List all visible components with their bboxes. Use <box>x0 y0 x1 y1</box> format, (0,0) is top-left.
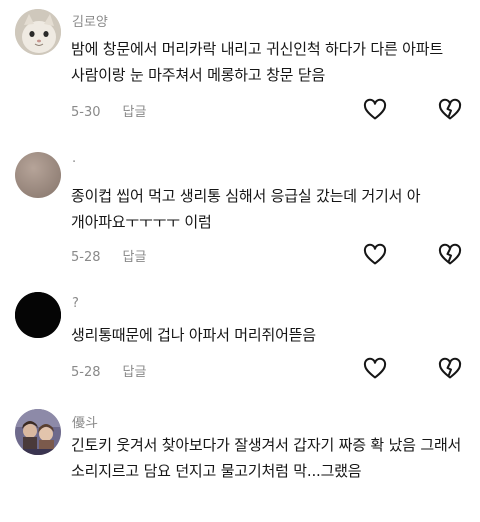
comment-date: 5-30 <box>71 105 101 120</box>
comment-meta: 5-30 답글 <box>71 101 146 120</box>
comment-text: 생리통때문에 겁나 아파서 머리쥐어뜯음 <box>71 326 316 344</box>
comment-meta: 5-28 답글 <box>71 361 146 380</box>
beige-avatar-icon <box>15 152 61 198</box>
username[interactable]: . <box>72 151 76 166</box>
comment-text: 종이컵 씹어 먹고 생리통 심해서 응급실 갔는데 거기서 아 개아파요ㅜㅜㅜㅜ… <box>71 187 421 231</box>
comment-date: 5-28 <box>71 365 101 380</box>
username[interactable]: ? <box>72 296 79 311</box>
reply-button[interactable]: 답글 <box>123 365 147 380</box>
comment-text: 밤에 창문에서 머리카락 내리고 귀신인척 하다가 다른 아파트 사람이랑 눈 … <box>71 40 443 84</box>
dislike-heart-icon[interactable] <box>438 98 462 122</box>
username[interactable]: 優斗 <box>72 412 98 431</box>
anime-avatar-icon <box>15 409 61 455</box>
username[interactable]: 김로양 <box>72 11 108 30</box>
cat-avatar-icon <box>15 9 61 55</box>
dislike-heart-icon[interactable] <box>438 357 462 381</box>
comment-date: 5-28 <box>71 250 101 265</box>
reply-button[interactable]: 답글 <box>123 105 147 120</box>
comment-meta: 5-28 답글 <box>71 246 146 265</box>
avatar[interactable] <box>15 152 61 198</box>
avatar[interactable] <box>15 9 61 55</box>
heart-icon[interactable] <box>363 243 387 267</box>
reply-button[interactable]: 답글 <box>123 250 147 265</box>
avatar[interactable] <box>15 292 61 338</box>
heart-icon[interactable] <box>363 357 387 381</box>
avatar[interactable] <box>15 409 61 455</box>
comment-text: 긴토키 웃겨서 찾아보다가 잘생겨서 갑자기 짜증 확 났음 그래서 소리지르고… <box>71 436 462 480</box>
heart-icon[interactable] <box>363 98 387 122</box>
black-avatar-icon <box>15 292 61 338</box>
dislike-heart-icon[interactable] <box>438 243 462 267</box>
